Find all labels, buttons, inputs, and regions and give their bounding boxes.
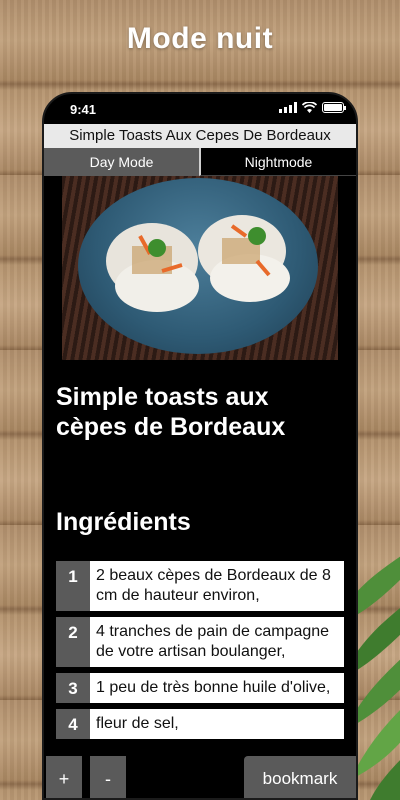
list-item: 4 fleur de sel, (56, 709, 344, 739)
tab-nightmode[interactable]: Nightmode (199, 148, 356, 176)
ingredient-number: 2 (56, 617, 90, 667)
list-item: 3 1 peu de très bonne huile d'olive, (56, 673, 344, 703)
status-time: 9:41 (70, 102, 97, 117)
ingredients-list: 1 2 beaux cèpes de Bordeaux de 8 cm de h… (56, 561, 344, 739)
promo-headline: Mode nuit (126, 22, 274, 55)
battery-icon (322, 102, 346, 113)
ingredient-number: 4 (56, 709, 90, 739)
list-item: 1 2 beaux cèpes de Bordeaux de 8 cm de h… (56, 561, 344, 611)
recipe-content[interactable]: Simple toasts aux cèpes de Bordeaux Ingr… (44, 176, 356, 798)
zoom-in-button[interactable]: + (46, 756, 82, 798)
ingredient-text: 2 beaux cèpes de Bordeaux de 8 cm de hau… (90, 561, 344, 611)
toast-food-image (106, 215, 290, 312)
signal-icon (279, 102, 297, 113)
phone-notch (118, 94, 284, 116)
recipe-title: Simple toasts aux cèpes de Bordeaux (56, 383, 286, 441)
zoom-out-button[interactable]: - (90, 756, 126, 798)
ingredient-text: fleur de sel, (90, 709, 344, 739)
bookmark-button[interactable]: bookmark (244, 756, 356, 798)
ingredient-text: 4 tranches de pain de campagne de votre … (90, 617, 344, 667)
ingredient-text: 1 peu de très bonne huile d'olive, (90, 673, 344, 703)
mode-switcher: Day Mode Nightmode (44, 148, 356, 176)
list-item: 2 4 tranches de pain de campagne de votr… (56, 617, 344, 667)
ingredient-number: 3 (56, 673, 90, 703)
phone-frame: 9:41 Simple Toasts Aux Cepes De Bordeaux… (42, 92, 358, 800)
tab-day-mode[interactable]: Day Mode (44, 148, 199, 176)
recipe-photo (62, 176, 338, 360)
app-title-bar: Simple Toasts Aux Cepes De Bordeaux (44, 124, 356, 148)
ingredient-number: 1 (56, 561, 90, 611)
status-icons (279, 102, 346, 113)
ingredients-heading: Ingrédients (56, 508, 191, 536)
status-bar: 9:41 (44, 94, 356, 124)
wifi-icon (302, 102, 317, 113)
bottom-controls: + - bookmark (44, 746, 356, 798)
